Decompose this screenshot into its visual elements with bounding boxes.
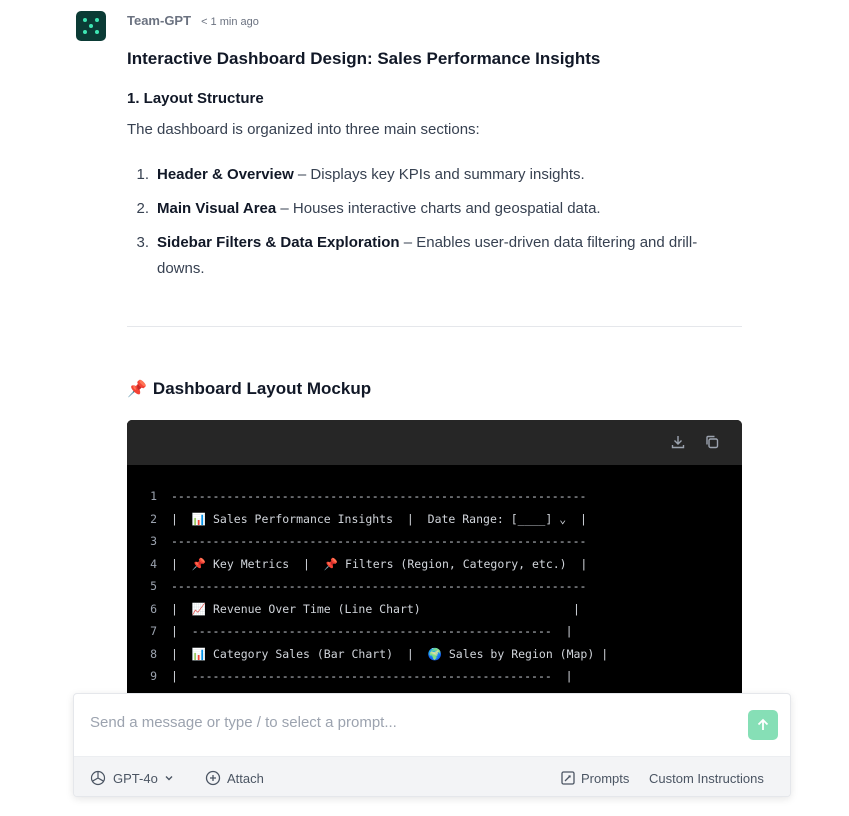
message-input[interactable]: [90, 714, 690, 731]
code-line: 4 | 📌 Key Metrics | 📌 Filters (Region, Ca…: [150, 556, 588, 571]
code-line: 8 | 📊 Category Sales (Bar Chart) | 🌍 Sale…: [150, 646, 609, 661]
code-line: 9 | -------------------------------------…: [150, 669, 573, 684]
code-line: 3 ---------------------------------------…: [150, 534, 587, 549]
code-line: 1 ---------------------------------------…: [150, 489, 587, 504]
attach-label: Attach: [227, 770, 264, 786]
code-block-toolbar: [127, 420, 742, 465]
openai-icon: [90, 770, 106, 786]
custom-instructions-label: Custom Instructions: [649, 770, 764, 786]
code-line: 7 | -------------------------------------…: [150, 624, 573, 639]
model-label: GPT-4o: [113, 770, 158, 786]
list-item-text: – Displays key KPIs and summary insights…: [293, 166, 585, 183]
message-timestamp: < 1 min ago: [201, 16, 259, 28]
download-icon[interactable]: [670, 434, 686, 450]
plus-circle-icon: [205, 770, 221, 786]
arrow-up-icon: [757, 718, 769, 730]
message-composer: GPT-4o Attach Prompts Custom Instruction…: [73, 693, 791, 797]
list-item: 1. Header & Overview – Displays key KPIs…: [136, 166, 585, 183]
prompt-icon: [561, 771, 575, 785]
code-line: 6 | 📈 Revenue Over Time (Line Chart) |: [150, 601, 580, 616]
intro-paragraph: The dashboard is organized into three ma…: [127, 121, 480, 138]
send-button[interactable]: [748, 710, 778, 740]
mockup-heading: 📌 Dashboard Layout Mockup: [127, 379, 371, 399]
mockup-heading-text: Dashboard Layout Mockup: [152, 379, 372, 398]
code-line: 5 ---------------------------------------…: [150, 579, 587, 594]
attach-button[interactable]: Attach: [205, 757, 264, 796]
list-item-title: Sidebar Filters & Data Exploration: [157, 234, 400, 251]
model-selector[interactable]: GPT-4o: [89, 757, 174, 796]
sections-list: 1. Header & Overview – Displays key KPIs…: [127, 162, 742, 290]
list-item: 2. Main Visual Area – Houses interactive…: [136, 200, 601, 217]
message-author: Team-GPT: [127, 13, 192, 28]
divider: [127, 326, 742, 327]
list-item-title: Main Visual Area: [157, 200, 277, 217]
chevron-down-icon: [165, 776, 173, 781]
list-item-text: – Houses interactive charts and geospati…: [276, 200, 601, 217]
message-title: Interactive Dashboard Design: Sales Perf…: [127, 49, 601, 68]
prompts-label: Prompts: [581, 770, 630, 786]
section-heading-layout: 1. Layout Structure: [127, 90, 264, 107]
code-line: 2 | 📊 Sales Performance Insights | Date R…: [150, 511, 587, 526]
list-item-title: Header & Overview: [157, 166, 294, 183]
copy-icon[interactable]: [704, 434, 720, 450]
pushpin-icon: 📌: [127, 381, 147, 398]
message-header: Team-GPT < 1 min ago: [127, 13, 259, 28]
prompts-button[interactable]: Prompts: [561, 757, 630, 796]
code-lines: 1 ---------------------------------------…: [127, 485, 742, 688]
list-item: 3. Sidebar Filters & Data Exploration – …: [136, 234, 698, 277]
team-gpt-avatar: [76, 11, 106, 41]
custom-instructions-button[interactable]: Custom Instructions: [649, 757, 764, 796]
code-block: 1 ---------------------------------------…: [127, 420, 742, 710]
composer-toolbar: GPT-4o Attach Prompts Custom Instruction…: [74, 756, 790, 796]
